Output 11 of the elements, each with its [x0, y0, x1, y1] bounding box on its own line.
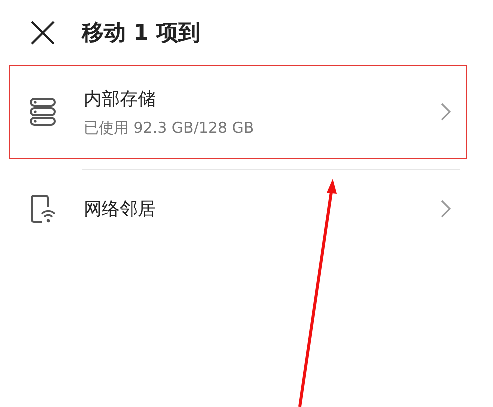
location-name: 内部存储 [84, 88, 157, 110]
location-item[interactable]: 网络邻居 [9, 170, 467, 248]
screen-title: 移动 1 项到 [82, 20, 201, 48]
phone-wifi-icon [30, 194, 56, 224]
storage-icon [30, 98, 56, 126]
close-icon[interactable] [30, 20, 56, 46]
chevron-right-icon [441, 200, 451, 218]
usage-text: 已使用 92.3 GB/128 GB [84, 118, 256, 138]
chevron-right-icon [441, 103, 451, 121]
location-item[interactable]: 内部存储 已使用 92.3 GB/128 GB [9, 65, 467, 159]
location-name: 网络邻居 [84, 198, 157, 221]
